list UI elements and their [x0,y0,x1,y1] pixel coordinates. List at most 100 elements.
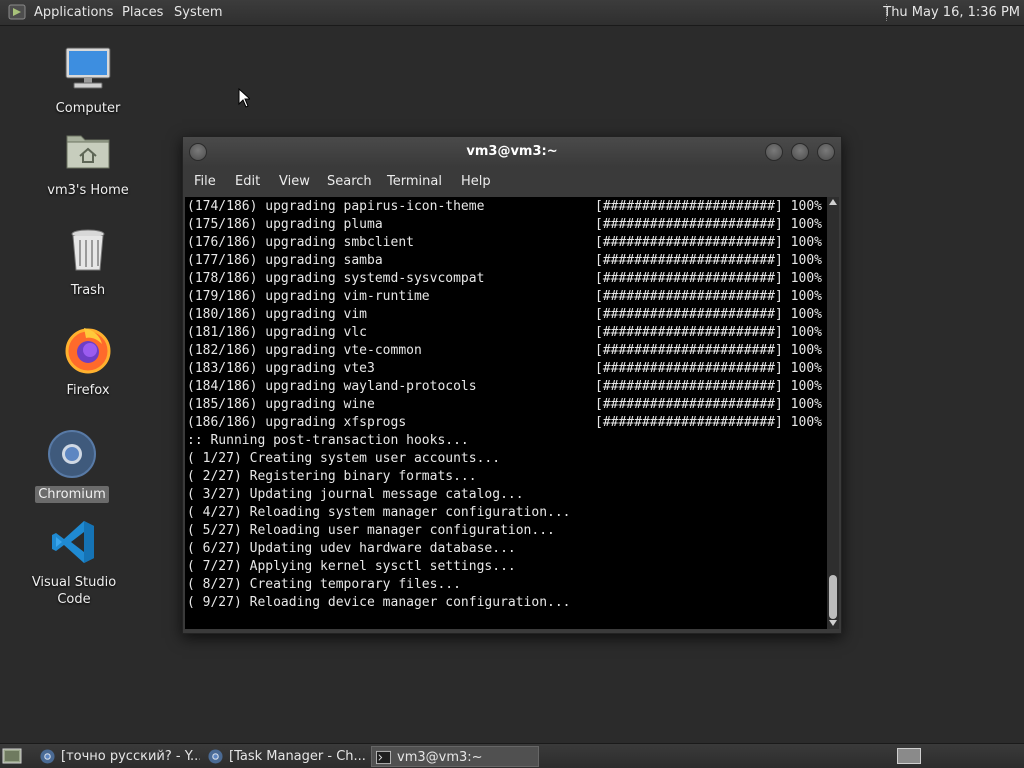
system-menu[interactable]: System [174,4,222,21]
taskbar-item[interactable]: [Task Manager - Ch... [204,746,368,767]
terminal-line: (177/186) upgrading samba [##############… [187,252,827,270]
terminal-line: (175/186) upgrading pluma [##############… [187,216,827,234]
progress-bar-text: [######################] 100% [595,271,822,286]
vscode-icon [52,521,94,563]
desktop-icon-label: Chromium [35,486,109,503]
terminal-line-text: (175/186) upgrading pluma [187,217,383,232]
window-title: vm3@vm3:~ [466,144,558,159]
terminal-line: ( 9/27) Reloading device manager configu… [187,594,827,612]
chromium-icon [48,430,96,478]
terminal-line: (185/186) upgrading wine [###############… [187,396,827,414]
terminal-line-text: ( 9/27) Reloading device manager configu… [187,595,571,610]
terminal-line-text: ( 7/27) Applying kernel sysctl settings.… [187,559,516,574]
terminal-line-text: (183/186) upgrading vte3 [187,361,375,376]
terminal-line: (178/186) upgrading systemd-sysvcompat [#… [187,270,827,288]
terminal-line-text: (176/186) upgrading smbclient [187,235,414,250]
menu-edit[interactable]: Edit [235,174,260,189]
terminal-line: (179/186) upgrading vim-runtime [########… [187,288,827,306]
firefox-icon [65,328,111,374]
progress-bar-text: [######################] 100% [595,253,822,268]
terminal-line-text: ( 6/27) Updating udev hardware database.… [187,541,516,556]
desktop-icon-firefox[interactable]: Firefox [28,326,148,399]
terminal-line: (180/186) upgrading vim [################… [187,306,827,324]
applications-menu-icon[interactable] [8,4,26,20]
chromium-icon [40,749,55,764]
terminal-line-text: (180/186) upgrading vim [187,307,368,322]
close-button[interactable] [817,143,835,161]
terminal-line-text: ( 2/27) Registering binary formats... [187,469,477,484]
progress-bar-text: [######################] 100% [595,217,822,232]
top-panel: Applications Places System Thu May 16, 1… [0,0,1024,26]
scroll-up-arrow-icon[interactable] [829,199,837,205]
window-titlebar[interactable]: vm3@vm3:~ [183,137,841,167]
terminal-line-text: ( 8/27) Creating temporary files... [187,577,461,592]
show-desktop-icon[interactable] [2,747,22,765]
desktop-icon-label: Firefox [66,383,110,398]
terminal-menubar: File Edit View Search Terminal Help [183,167,841,195]
terminal-line-text: (185/186) upgrading wine [187,397,375,412]
menu-terminal[interactable]: Terminal [387,174,442,189]
terminal-lines: (174/186) upgrading papirus-icon-theme [#… [187,198,827,612]
desktop-icon-label: Computer [55,101,121,116]
desktop-icon-computer[interactable]: Computer [28,44,148,117]
terminal-window[interactable]: vm3@vm3:~ File Edit View Search Terminal… [182,136,842,634]
progress-bar-text: [######################] 100% [595,307,822,322]
terminal-line: (186/186) upgrading xfsprogs [###########… [187,414,827,432]
mouse-pointer-icon [238,88,250,108]
terminal-line-text: ( 5/27) Reloading user manager configura… [187,523,555,538]
menu-search[interactable]: Search [327,174,372,189]
taskbar-item-label: vm3@vm3:~ [397,750,483,765]
terminal-line: (176/186) upgrading smbclient [##########… [187,234,827,252]
terminal-line: ( 7/27) Applying kernel sysctl settings.… [187,558,827,576]
terminal-line-text: (177/186) upgrading samba [187,253,383,268]
terminal-line: ( 5/27) Reloading user manager configura… [187,522,827,540]
terminal-line-text: (184/186) upgrading wayland-protocols [187,379,477,394]
taskbar-item-label: [точно русский? - Y... [61,749,200,764]
taskbar-item[interactable]: [точно русский? - Y... [36,746,200,767]
terminal-line-text: (182/186) upgrading vte-common [187,343,422,358]
bottom-panel: [точно русский? - Y... [Task Manager - C… [0,743,1024,768]
terminal-line-text: (181/186) upgrading vlc [187,325,368,340]
desktop-icon-label: vm3's Home [47,183,129,198]
desktop-icon-vscode[interactable]: Visual Studio Code [14,518,134,608]
terminal-scrollbar[interactable] [827,197,839,629]
minimize-button[interactable] [765,143,783,161]
terminal-line: (181/186) upgrading vlc [################… [187,324,827,342]
terminal-icon [376,750,391,765]
menu-file[interactable]: File [194,174,216,189]
progress-bar-text: [######################] 100% [595,379,822,394]
menu-view[interactable]: View [279,174,310,189]
chromium-icon [208,749,223,764]
desktop-icon-home[interactable]: vm3's Home [28,126,148,199]
menu-help[interactable]: Help [461,174,491,189]
progress-bar-text: [######################] 100% [595,289,822,304]
desktop-icon-label: Visual Studio Code [31,575,117,607]
terminal-line: (182/186) upgrading vte-common [#########… [187,342,827,360]
scroll-down-arrow-icon[interactable] [829,620,837,626]
terminal-line-text: (174/186) upgrading papirus-icon-theme [187,199,485,214]
progress-bar-text: [######################] 100% [595,361,822,376]
progress-bar-text: [######################] 100% [595,325,822,340]
applications-menu[interactable]: Applications [34,4,113,21]
clock[interactable]: Thu May 16, 1:36 PM [883,4,1020,21]
terminal-line: (174/186) upgrading papirus-icon-theme [#… [187,198,827,216]
terminal-line: (183/186) upgrading vte3 [###############… [187,360,827,378]
desktop-icon-trash[interactable]: Trash [28,226,148,299]
scrollbar-thumb[interactable] [829,575,837,619]
workspace-switcher[interactable] [897,748,921,764]
maximize-button[interactable] [791,143,809,161]
terminal-line-text: (179/186) upgrading vim-runtime [187,289,430,304]
terminal-line: :: Running post-transaction hooks... [187,432,827,450]
progress-bar-text: [######################] 100% [595,397,822,412]
places-menu[interactable]: Places [122,4,163,21]
terminal-line-text: ( 1/27) Creating system user accounts... [187,451,501,466]
terminal-line: ( 3/27) Updating journal message catalog… [187,486,827,504]
terminal-output[interactable]: (174/186) upgrading papirus-icon-theme [#… [185,197,827,629]
terminal-line: ( 8/27) Creating temporary files... [187,576,827,594]
terminal-line-text: ( 4/27) Reloading system manager configu… [187,505,571,520]
terminal-line-text: ( 3/27) Updating journal message catalog… [187,487,524,502]
desktop-icon-chromium[interactable]: Chromium [12,430,132,503]
terminal-line: ( 6/27) Updating udev hardware database.… [187,540,827,558]
taskbar-item-active[interactable]: vm3@vm3:~ [371,746,539,767]
terminal-line: ( 2/27) Registering binary formats... [187,468,827,486]
